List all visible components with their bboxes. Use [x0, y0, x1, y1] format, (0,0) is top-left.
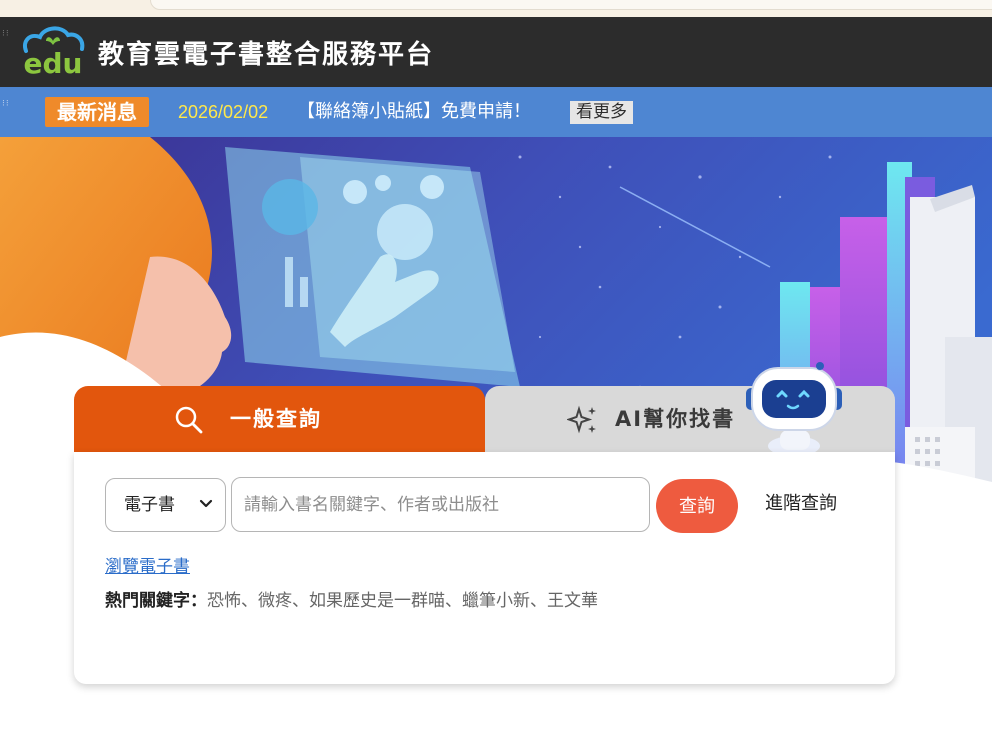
- hot-keywords: 熱門關鍵字：恐怖、微疼、如果歷史是一群喵、蠟筆小新、王文華: [105, 589, 598, 613]
- keyword-separator: 、: [445, 591, 462, 611]
- site-title[interactable]: 教育雲電子書整合服務平台: [98, 34, 434, 71]
- search-type-value: 電子書: [124, 495, 175, 515]
- chevron-down-icon: [199, 499, 213, 508]
- drag-grip-icon: ⁝⁝: [2, 29, 10, 39]
- tab-general-search[interactable]: 一般查詢: [74, 386, 485, 452]
- news-date: 2026/02/02: [178, 102, 269, 122]
- drag-grip-icon: ⁝⁝: [2, 99, 10, 109]
- hot-keywords-label: 熱門關鍵字：: [105, 591, 207, 611]
- hot-keyword-link[interactable]: 蠟筆小新: [462, 591, 530, 611]
- robot-mascot-icon: [746, 362, 842, 455]
- top-strip-bar: [150, 0, 992, 10]
- news-badge: 最新消息: [45, 97, 149, 127]
- tab-general-label: 一般查詢: [230, 407, 322, 431]
- sparkle-icon: [567, 405, 596, 434]
- site-logo[interactable]: edu: [18, 25, 88, 81]
- cloud-logo-icon: edu: [23, 26, 85, 80]
- hot-keyword-link[interactable]: 微疼: [258, 591, 292, 611]
- keyword-separator: 、: [241, 591, 258, 611]
- browse-ebooks-link[interactable]: 瀏覽電子書: [105, 555, 190, 579]
- keyword-separator: 、: [530, 591, 547, 611]
- keyword-separator: 、: [292, 591, 309, 611]
- news-headline-link[interactable]: 【聯絡簿小貼紙】免費申請！: [297, 100, 531, 124]
- advanced-search-link[interactable]: 進階查詢: [765, 491, 837, 517]
- logo-text: edu: [24, 47, 83, 80]
- query-button[interactable]: 查詢: [656, 479, 738, 533]
- news-bar: ⁝⁝ 最新消息 2026/02/02 【聯絡簿小貼紙】免費申請！ 看更多: [0, 87, 992, 137]
- site-header: ⁝⁝ edu 教育雲電子書整合服務平台: [0, 17, 992, 87]
- hot-keyword-link[interactable]: 王文華: [547, 591, 598, 611]
- top-strip: [0, 0, 992, 17]
- search-type-select[interactable]: 電子書: [105, 478, 226, 532]
- news-more-button[interactable]: 看更多: [570, 101, 633, 124]
- tab-ai-label: AI幫你找書: [615, 407, 736, 431]
- hot-keyword-link[interactable]: 如果歷史是一群喵: [309, 591, 445, 611]
- search-input[interactable]: [231, 477, 650, 532]
- search-icon: [175, 406, 203, 434]
- hot-keyword-link[interactable]: 恐怖: [207, 591, 241, 611]
